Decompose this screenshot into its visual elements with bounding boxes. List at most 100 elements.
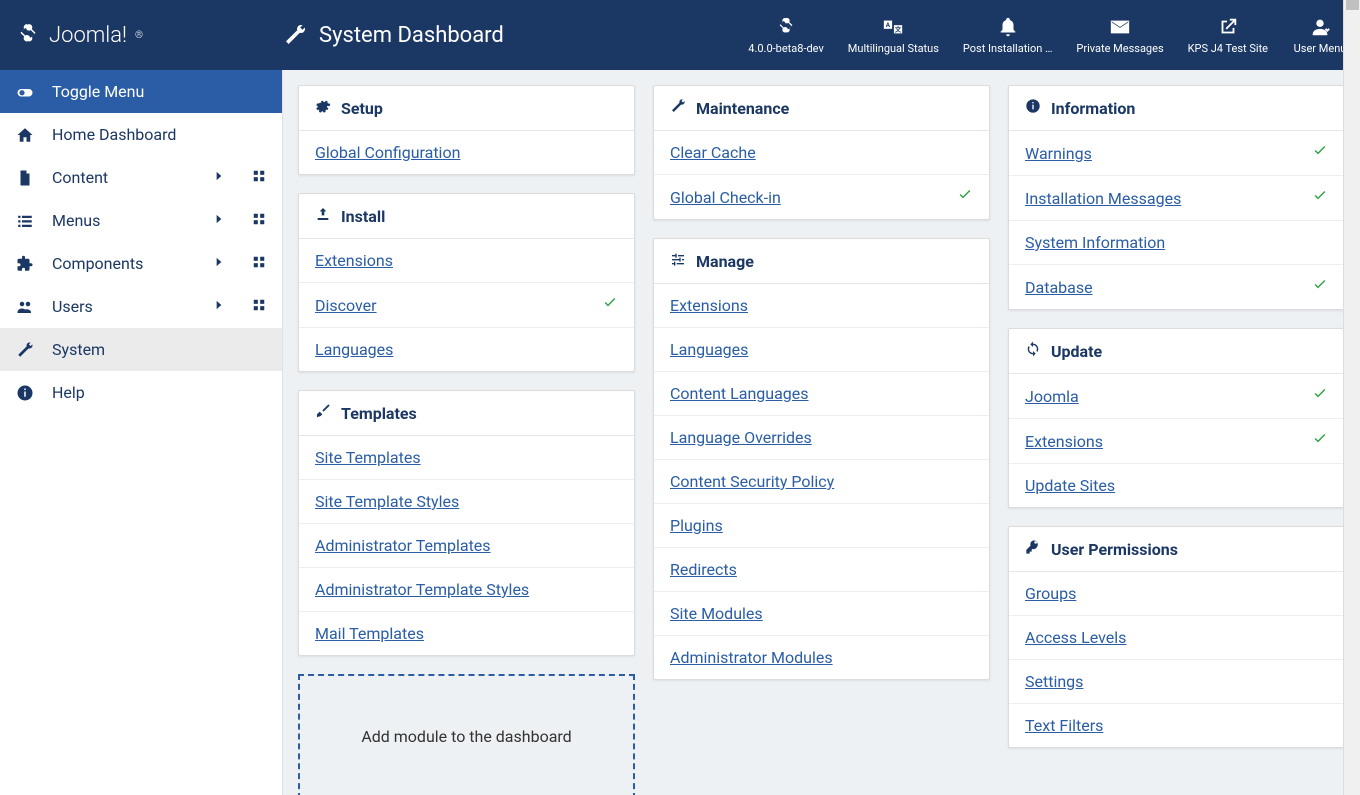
- key-icon: [1025, 539, 1041, 559]
- svg-text:A: A: [886, 21, 891, 29]
- link-update-sites[interactable]: Update Sites: [1025, 476, 1115, 495]
- card-link-row: Update Sites: [1009, 464, 1344, 507]
- link-global-configuration[interactable]: Global Configuration: [315, 143, 460, 162]
- link-extensions[interactable]: Extensions: [670, 296, 748, 315]
- link-content-security-policy[interactable]: Content Security Policy: [670, 472, 834, 491]
- card-update: Update Joomla Extensions Update Sites: [1008, 328, 1345, 508]
- sidebar-item-components[interactable]: Components: [0, 242, 282, 285]
- card-link-row: Site Templates: [299, 436, 634, 480]
- card-title: Information: [1051, 99, 1135, 118]
- sidebar-item-menus[interactable]: Menus: [0, 199, 282, 242]
- card-link-row: Global Check-in: [654, 175, 989, 219]
- header-item-label: Multilingual Status: [848, 42, 939, 55]
- link-administrator-modules[interactable]: Administrator Modules: [670, 648, 833, 667]
- header-multilingual[interactable]: A文Multilingual Status: [836, 0, 951, 70]
- header-toolbar: 4.0.0-beta8-dev A文Multilingual StatusPost…: [736, 0, 1360, 70]
- link-global-check-in[interactable]: Global Check-in: [670, 188, 781, 207]
- link-languages[interactable]: Languages: [670, 340, 748, 359]
- page-title: System Dashboard: [283, 23, 504, 48]
- link-redirects[interactable]: Redirects: [670, 560, 737, 579]
- card-link-row: Installation Messages: [1009, 176, 1344, 221]
- header-postinstall[interactable]: Post Installation …: [951, 0, 1065, 70]
- sidebar-item-system[interactable]: System: [0, 328, 282, 371]
- link-plugins[interactable]: Plugins: [670, 516, 723, 535]
- sidebar-item-label: Users: [52, 297, 198, 316]
- card-title: User Permissions: [1051, 540, 1178, 559]
- card-link-row: Global Configuration: [299, 131, 634, 174]
- brand[interactable]: Joomla!®: [0, 22, 283, 48]
- grid-icon[interactable]: [252, 254, 266, 273]
- brush-icon: [315, 403, 331, 423]
- link-language-overrides[interactable]: Language Overrides: [670, 428, 812, 447]
- link-settings[interactable]: Settings: [1025, 672, 1083, 691]
- card-link-row: Content Languages: [654, 372, 989, 416]
- dashboard-column: Information Warnings Installation Messages…: [1008, 85, 1345, 795]
- card-link-row: Text Filters: [1009, 704, 1344, 747]
- card-title: Setup: [341, 99, 383, 118]
- link-extensions[interactable]: Extensions: [1025, 432, 1103, 451]
- check-icon: [957, 187, 973, 207]
- card-link-row: Settings: [1009, 660, 1344, 704]
- link-site-templates[interactable]: Site Templates: [315, 448, 421, 467]
- link-languages[interactable]: Languages: [315, 340, 393, 359]
- sidebar: Toggle MenuHome DashboardContent Menus Com…: [0, 70, 283, 795]
- card-link-row: Languages: [654, 328, 989, 372]
- card-link-row: Extensions: [299, 239, 634, 283]
- users-icon: [16, 298, 38, 316]
- header-pm[interactable]: Private Messages: [1064, 0, 1175, 70]
- info-icon: [16, 384, 38, 402]
- sidebar-item-label: System: [52, 340, 266, 359]
- link-text-filters[interactable]: Text Filters: [1025, 716, 1103, 735]
- sidebar-item-users[interactable]: Users: [0, 285, 282, 328]
- link-installation-messages[interactable]: Installation Messages: [1025, 189, 1181, 208]
- link-discover[interactable]: Discover: [315, 296, 377, 315]
- link-extensions[interactable]: Extensions: [315, 251, 393, 270]
- card-link-row: Extensions: [1009, 419, 1344, 464]
- scrollbar[interactable]: [1343, 0, 1360, 795]
- sidebar-item-home-dashboard[interactable]: Home Dashboard: [0, 113, 282, 156]
- sidebar-item-toggle-menu[interactable]: Toggle Menu: [0, 70, 282, 113]
- card-title: Update: [1051, 342, 1102, 361]
- link-system-information[interactable]: System Information: [1025, 233, 1165, 252]
- header-version[interactable]: 4.0.0-beta8-dev: [736, 0, 836, 70]
- link-warnings[interactable]: Warnings: [1025, 144, 1092, 163]
- card-header: Manage: [654, 239, 989, 284]
- sidebar-item-content[interactable]: Content: [0, 156, 282, 199]
- link-access-levels[interactable]: Access Levels: [1025, 628, 1126, 647]
- card-link-row: Site Template Styles: [299, 480, 634, 524]
- sidebar-item-help[interactable]: Help: [0, 371, 282, 414]
- card-title: Install: [341, 207, 385, 226]
- link-mail-templates[interactable]: Mail Templates: [315, 624, 424, 643]
- add-module-button[interactable]: Add module to the dashboard: [298, 674, 635, 795]
- link-administrator-templates[interactable]: Administrator Templates: [315, 536, 491, 555]
- link-clear-cache[interactable]: Clear Cache: [670, 143, 756, 162]
- grid-icon[interactable]: [252, 297, 266, 316]
- link-site-modules[interactable]: Site Modules: [670, 604, 763, 623]
- link-database[interactable]: Database: [1025, 278, 1093, 297]
- chevron-right-icon: [212, 254, 226, 273]
- link-site-template-styles[interactable]: Site Template Styles: [315, 492, 459, 511]
- card-link-row: Joomla: [1009, 374, 1344, 419]
- card-header: Update: [1009, 329, 1344, 374]
- sidebar-item-label: Menus: [52, 211, 198, 230]
- page-title-text: System Dashboard: [319, 23, 504, 48]
- card-link-row: Languages: [299, 328, 634, 371]
- header-site[interactable]: KPS J4 Test Site: [1176, 0, 1280, 70]
- grid-icon[interactable]: [252, 211, 266, 230]
- home-icon: [16, 126, 38, 144]
- info-icon: [1025, 98, 1041, 118]
- card-install: Install Extensions Discover Languages: [298, 193, 635, 372]
- link-joomla[interactable]: Joomla: [1025, 387, 1079, 406]
- card-link-row: Site Modules: [654, 592, 989, 636]
- card-link-row: Administrator Templates: [299, 524, 634, 568]
- card-link-row: Discover: [299, 283, 634, 328]
- link-content-languages[interactable]: Content Languages: [670, 384, 809, 403]
- link-groups[interactable]: Groups: [1025, 584, 1076, 603]
- card-link-row: Plugins: [654, 504, 989, 548]
- card-user-permissions: User Permissions Groups Access Levels Setti…: [1008, 526, 1345, 748]
- grid-icon[interactable]: [252, 168, 266, 187]
- card-link-row: Mail Templates: [299, 612, 634, 655]
- header-item-label: 4.0.0-beta8-dev: [748, 42, 824, 55]
- card-link-row: Warnings: [1009, 131, 1344, 176]
- link-administrator-template-styles[interactable]: Administrator Template Styles: [315, 580, 529, 599]
